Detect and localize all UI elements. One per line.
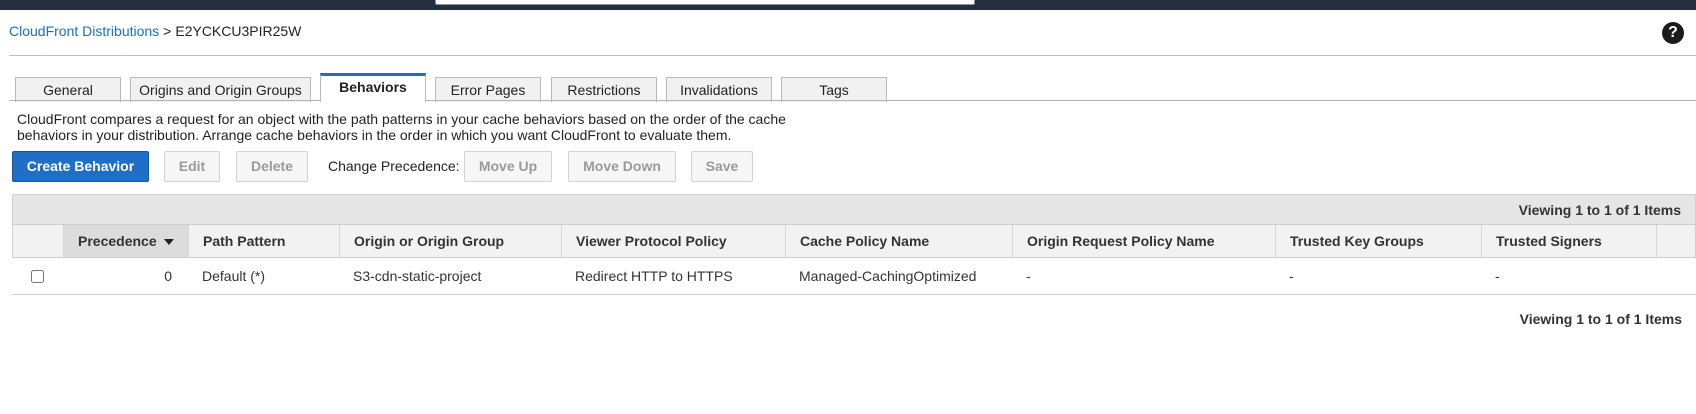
- save-button[interactable]: Save: [691, 151, 753, 182]
- column-header-label: Precedence: [78, 233, 157, 249]
- tab-invalidations[interactable]: Invalidations: [666, 77, 772, 102]
- create-behavior-button[interactable]: Create Behavior: [12, 151, 149, 182]
- breadcrumb: CloudFront Distributions > E2YCKCU3PIR25W: [9, 23, 301, 39]
- delete-button[interactable]: Delete: [236, 151, 308, 182]
- edit-button[interactable]: Edit: [164, 151, 220, 182]
- select-column-header: [13, 225, 64, 257]
- tab-error-pages[interactable]: Error Pages: [435, 77, 541, 102]
- pagination-summary-bottom: Viewing 1 to 1 of 1 Items: [1519, 311, 1682, 327]
- move-down-button[interactable]: Move Down: [568, 151, 676, 182]
- tab-behaviors[interactable]: Behaviors: [320, 73, 426, 102]
- cell-cache-policy-name: Managed-CachingOptimized: [799, 268, 977, 284]
- column-header-origin-request-policy-name[interactable]: Origin Request Policy Name: [1013, 225, 1276, 257]
- cell-origin-request-policy-name: -: [1026, 268, 1031, 284]
- pagination-summary-top: Viewing 1 to 1 of 1 Items: [12, 194, 1696, 225]
- column-header-trusted-key-groups[interactable]: Trusted Key Groups: [1276, 225, 1482, 257]
- column-header-precedence[interactable]: Precedence: [64, 225, 189, 257]
- table-row[interactable]: 0 Default (*) S3-cdn-static-project Redi…: [12, 258, 1696, 295]
- cell-trusted-signers: -: [1495, 268, 1500, 284]
- column-header-cache-policy-name[interactable]: Cache Policy Name: [786, 225, 1013, 257]
- cell-viewer-protocol-policy: Redirect HTTP to HTTPS: [575, 268, 733, 284]
- tab-origins-and-origin-groups[interactable]: Origins and Origin Groups: [130, 77, 311, 102]
- cell-precedence: 0: [164, 268, 172, 284]
- column-settings-spacer: [1657, 225, 1695, 257]
- table-header-row: Precedence Path Pattern Origin or Origin…: [12, 225, 1696, 258]
- column-header-path-pattern[interactable]: Path Pattern: [189, 225, 340, 257]
- divider: [9, 55, 1696, 56]
- row-select-checkbox[interactable]: [31, 270, 44, 283]
- move-up-button[interactable]: Move Up: [464, 151, 552, 182]
- tab-tags[interactable]: Tags: [781, 77, 887, 102]
- top-navigation-bar: [0, 0, 1696, 10]
- tab-general[interactable]: General: [15, 77, 121, 102]
- cell-path-pattern: Default (*): [202, 268, 266, 284]
- tab-restrictions[interactable]: Restrictions: [551, 77, 657, 102]
- question-circle-icon[interactable]: ?: [1662, 22, 1684, 44]
- sort-descending-icon[interactable]: [164, 239, 174, 245]
- cell-origin: S3-cdn-static-project: [353, 268, 482, 284]
- column-header-origin[interactable]: Origin or Origin Group: [340, 225, 562, 257]
- behaviors-description: CloudFront compares a request for an obj…: [17, 111, 786, 143]
- column-header-viewer-protocol-policy[interactable]: Viewer Protocol Policy: [562, 225, 786, 257]
- search-input[interactable]: [435, 0, 975, 5]
- column-header-trusted-signers[interactable]: Trusted Signers: [1482, 225, 1657, 257]
- tab-bar-baseline: [9, 100, 1696, 101]
- tab-bar: General Origins and Origin Groups Behavi…: [0, 73, 1696, 102]
- change-precedence-label: Change Precedence:: [328, 158, 460, 174]
- breadcrumb-current: E2YCKCU3PIR25W: [175, 23, 302, 39]
- breadcrumb-separator: >: [163, 23, 172, 39]
- behaviors-table: Viewing 1 to 1 of 1 Items Precedence Pat…: [12, 194, 1696, 344]
- breadcrumb-distributions-link[interactable]: CloudFront Distributions: [9, 23, 159, 39]
- cell-trusted-key-groups: -: [1289, 268, 1294, 284]
